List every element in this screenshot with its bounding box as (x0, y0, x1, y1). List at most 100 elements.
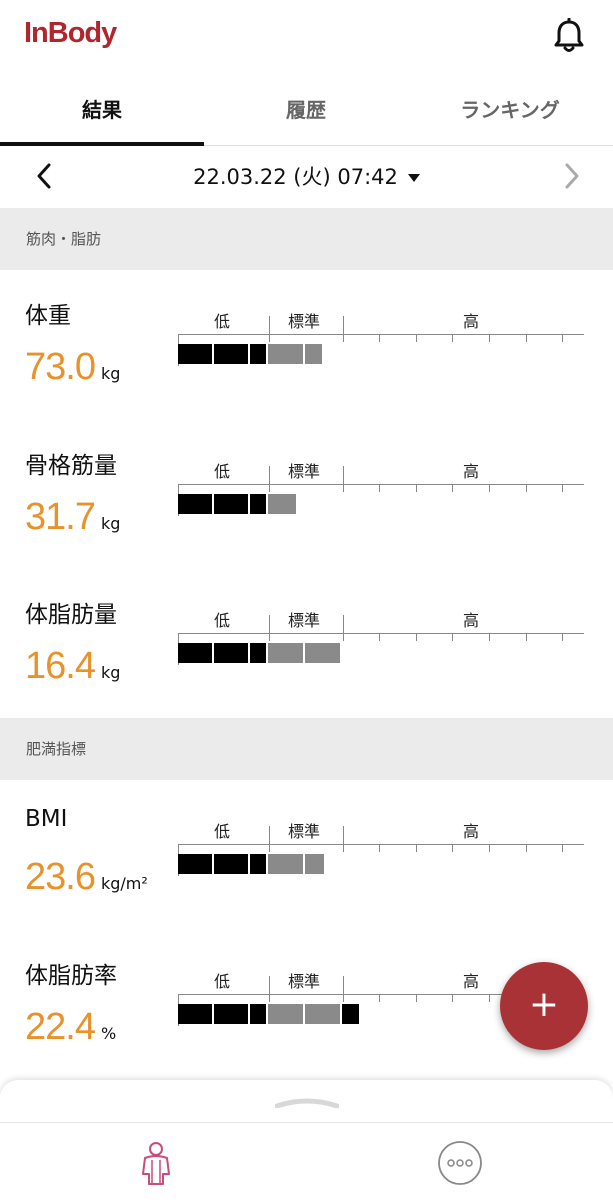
gauge-tick (416, 994, 417, 1002)
metric-unit: kg (100, 364, 121, 383)
metric-name: 体重 (25, 303, 71, 329)
gauge-tick (452, 994, 453, 1002)
gauge-bar-segment-black (342, 1004, 359, 1024)
metric-unit: kg (100, 663, 121, 682)
gauge-baseline (178, 484, 584, 485)
range-gauge: 低 標準 高 (178, 595, 584, 665)
gauge-bar-segment-black (214, 344, 248, 364)
gauge-bar-segment-gray (305, 344, 322, 364)
gauge-bar-segment-gray (305, 643, 340, 663)
gauge-tick (526, 844, 527, 852)
gauge-label-low: 低 (214, 462, 231, 481)
add-measurement-button[interactable]: + (500, 962, 588, 1050)
bell-icon[interactable] (552, 18, 586, 54)
metric-value: 73.0 kg (25, 346, 121, 388)
gauge-tick (452, 334, 453, 342)
gauge-divider-standard-high (343, 826, 344, 852)
date-selector[interactable]: 22.03.22 (火) 07:42 (0, 146, 613, 208)
gauge-divider-low-standard (269, 466, 270, 492)
gauge-tick (379, 633, 380, 641)
gauge-tick (379, 484, 380, 492)
gauge-bar-segment-black (214, 494, 248, 514)
tab-results[interactable]: 結果 (0, 76, 204, 146)
gauge-tick (416, 334, 417, 342)
gauge-divider-standard-high (343, 615, 344, 641)
sheet-handle[interactable] (275, 1098, 339, 1108)
gauge-baseline (178, 334, 584, 335)
metric-unit: % (100, 1024, 117, 1043)
gauge-bar-segment-black (178, 1004, 212, 1024)
body-figure-icon[interactable] (133, 1140, 179, 1186)
gauge-tick (562, 484, 563, 492)
tab-history[interactable]: 履歴 (204, 76, 408, 146)
caret-down-icon (407, 174, 420, 182)
gauge-divider-low-standard (269, 826, 270, 852)
gauge-tick (489, 484, 490, 492)
inbody-logo: InBody (24, 17, 117, 49)
gauge-bar-segment-black (250, 643, 266, 663)
metric-row-body-fat-mass[interactable]: 体脂肪量 16.4 kg 低 標準 高 (0, 595, 613, 745)
gauge-bar-segment-black (214, 1004, 248, 1024)
chevron-right-icon[interactable] (556, 161, 586, 191)
metric-value: 23.6 kg/m² (25, 856, 148, 898)
gauge-divider-low-standard (269, 615, 270, 641)
gauge-label-high: 高 (463, 611, 480, 630)
gauge-label-high: 高 (463, 312, 480, 331)
gauge-label-high: 高 (463, 972, 480, 991)
gauge-bar-segment-black (178, 494, 212, 514)
metric-row-weight[interactable]: 体重 73.0 kg 低 標準 高 (0, 296, 613, 446)
sheet-divider (0, 1122, 613, 1123)
gauge-tick (526, 633, 527, 641)
gauge-baseline (178, 633, 584, 634)
gauge-bar-segment-black (250, 494, 266, 514)
gauge-label-standard: 標準 (288, 312, 321, 331)
gauge-label-standard: 標準 (288, 822, 321, 841)
gauge-divider-standard-high (343, 976, 344, 1002)
more-icon[interactable] (437, 1140, 483, 1186)
gauge-divider-standard-high (343, 466, 344, 492)
gauge-bar-segment-gray (268, 344, 303, 364)
gauge-bar-segment-black (214, 643, 248, 663)
gauge-bar-segment-gray (305, 1004, 340, 1024)
gauge-tick (526, 334, 527, 342)
gauge-baseline (178, 844, 584, 845)
gauge-label-high: 高 (463, 822, 480, 841)
gauge-tick (379, 994, 380, 1002)
gauge-bar-segment-gray (268, 494, 296, 514)
gauge-tick (416, 633, 417, 641)
gauge-bar-segment-black (178, 854, 212, 874)
metric-name: 体脂肪量 (25, 602, 117, 628)
metric-row-skeletal-muscle[interactable]: 骨格筋量 31.7 kg 低 標準 高 (0, 446, 613, 596)
range-gauge: 低 標準 高 (178, 296, 584, 366)
gauge-label-high: 高 (463, 462, 480, 481)
gauge-bar-segment-gray (268, 854, 303, 874)
measurement-date: 22.03.22 (火) 07:42 (193, 165, 398, 189)
gauge-tick (452, 484, 453, 492)
gauge-divider-low-standard (269, 316, 270, 342)
gauge-bar-segment-black (250, 344, 266, 364)
gauge-bar-segment-black (250, 1004, 266, 1024)
gauge-tick (562, 334, 563, 342)
gauge-label-low: 低 (214, 972, 231, 991)
gauge-tick (379, 334, 380, 342)
gauge-divider-standard-high (343, 316, 344, 342)
gauge-bar-segment-black (250, 854, 266, 874)
gauge-tick (562, 844, 563, 852)
metric-unit: kg (100, 514, 121, 533)
metric-name: BMI (25, 806, 68, 832)
gauge-tick (416, 484, 417, 492)
gauge-bar-segment-gray (268, 643, 303, 663)
metric-row-bmi[interactable]: BMI 23.6 kg/m² 低 標準 高 (0, 806, 613, 956)
range-gauge: 低 標準 高 (178, 806, 584, 876)
gauge-tick (489, 633, 490, 641)
gauge-bar-segment-black (178, 643, 212, 663)
gauge-label-low: 低 (214, 312, 231, 331)
gauge-bar-segment-black (214, 854, 248, 874)
section-header-muscle-fat: 筋肉・脂肪 (0, 208, 613, 270)
gauge-divider-low-standard (269, 976, 270, 1002)
gauge-tick (379, 844, 380, 852)
metric-value: 31.7 kg (25, 496, 121, 538)
gauge-bar-segment-gray (268, 1004, 303, 1024)
gauge-tick (489, 334, 490, 342)
tab-ranking[interactable]: ランキング (408, 76, 612, 146)
